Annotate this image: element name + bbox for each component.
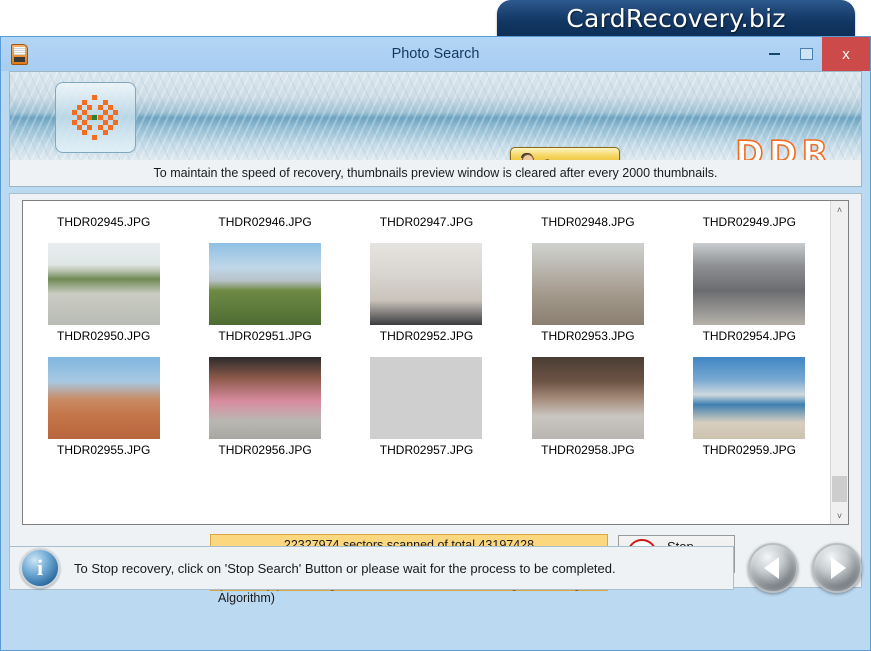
thumbnail-cell[interactable]: THDR02952.JPG	[351, 243, 501, 343]
thumbnail-cell[interactable]: THDR02948.JPG	[513, 215, 663, 229]
brand-banner-text: CardRecovery.biz	[566, 3, 786, 33]
thumbnail-cell[interactable]: THDR02951.JPG	[190, 243, 340, 343]
application-window: Photo Search x Contact us DDR Memory Car…	[0, 36, 871, 651]
minimize-icon	[768, 53, 780, 55]
thumbnail-cell[interactable]: THDR02953.JPG	[513, 243, 663, 343]
thumbnail-cell[interactable]: THDR02956.JPG	[190, 357, 340, 457]
status-bar: i To Stop recovery, click on 'Stop Searc…	[9, 546, 734, 590]
window-controls: x	[758, 37, 870, 71]
notice-strip: To maintain the speed of recovery, thumb…	[9, 160, 862, 187]
scroll-down-arrow-icon[interactable]: ˅	[831, 507, 848, 524]
thumbnail-image[interactable]	[370, 357, 483, 439]
thumbnail-image[interactable]	[370, 243, 483, 325]
thumbnail-filename: THDR02947.JPG	[379, 215, 474, 229]
scroll-up-arrow-icon[interactable]: ˄	[831, 201, 848, 218]
arrow-left-icon	[764, 557, 779, 579]
close-button[interactable]: x	[822, 37, 870, 71]
thumbnail-row: THDR02955.JPG THDR02956.JPG THDR02957.JPG T…	[23, 357, 830, 457]
thumbnail-row: THDR02950.JPG THDR02951.JPG THDR02952.JPG T…	[23, 243, 830, 343]
thumbnail-cell[interactable]: THDR02958.JPG	[513, 357, 663, 457]
thumbnail-filename: THDR02952.JPG	[379, 329, 474, 343]
thumbnail-cell[interactable]: THDR02957.JPG	[351, 357, 501, 457]
thumbnail-image[interactable]	[47, 357, 160, 439]
thumbnail-cell[interactable]: THDR02949.JPG	[674, 215, 824, 229]
thumbnail-image[interactable]	[209, 243, 322, 325]
person-avatar-icon	[516, 153, 538, 160]
close-icon: x	[842, 45, 850, 63]
thumbnail-filename: THDR02951.JPG	[218, 329, 312, 343]
thumbnail-image[interactable]	[531, 243, 644, 325]
thumbnail-filename: THDR02953.JPG	[541, 329, 635, 343]
thumbnail-panel: THDR02945.JPG THDR02946.JPG THDR02947.JPG T…	[22, 200, 849, 525]
ddr-wordmark: DDR	[735, 133, 833, 160]
thumbnail-cell[interactable]: THDR02955.JPG	[29, 357, 179, 457]
thumbnail-row: THDR02945.JPG THDR02946.JPG THDR02947.JPG T…	[23, 215, 830, 229]
header-banner: Contact us DDR Memory Card Recovery	[9, 71, 862, 160]
footer: i To Stop recovery, click on 'Stop Searc…	[9, 540, 862, 596]
next-button[interactable]	[812, 543, 862, 593]
thumbnail-scroll-area: THDR02945.JPG THDR02946.JPG THDR02947.JPG T…	[23, 201, 830, 524]
thumbnail-image[interactable]	[209, 357, 322, 439]
thumbnail-filename: THDR02955.JPG	[57, 443, 151, 457]
info-icon: i	[20, 548, 60, 588]
maximize-button[interactable]	[790, 37, 822, 71]
contact-us-button[interactable]: Contact us	[510, 147, 620, 160]
thumbnail-image[interactable]	[531, 357, 644, 439]
contact-us-label: Contact us	[542, 157, 607, 161]
body-panel: THDR02945.JPG THDR02946.JPG THDR02947.JPG T…	[9, 193, 862, 605]
sd-card-icon	[11, 43, 28, 65]
thumbnail-filename: THDR02948.JPG	[541, 215, 635, 229]
thumbnail-image[interactable]	[693, 357, 806, 439]
thumbnail-filename: THDR02945.JPG	[57, 215, 151, 229]
minimize-button[interactable]	[758, 37, 790, 71]
thumbnail-filename: THDR02950.JPG	[57, 329, 151, 343]
status-text: To Stop recovery, click on 'Stop Search'…	[74, 560, 616, 576]
thumbnail-filename: THDR02958.JPG	[541, 443, 635, 457]
thumbnail-cell[interactable]: THDR02947.JPG	[351, 215, 501, 229]
scrollbar-thumb[interactable]	[832, 476, 847, 502]
thumbnail-filename: THDR02956.JPG	[218, 443, 312, 457]
vertical-scrollbar[interactable]: ˄ ˅	[830, 201, 848, 524]
brand-banner: CardRecovery.biz	[497, 0, 855, 36]
thumbnail-cell[interactable]: THDR02945.JPG	[29, 215, 179, 229]
thumbnail-image[interactable]	[693, 243, 806, 325]
thumbnail-cell[interactable]: THDR02954.JPG	[674, 243, 824, 343]
arrow-right-icon	[831, 557, 846, 579]
thumbnail-filename: THDR02946.JPG	[218, 215, 312, 229]
thumbnail-filename: THDR02954.JPG	[702, 329, 796, 343]
previous-button[interactable]	[748, 543, 798, 593]
thumbnail-cell[interactable]: THDR02946.JPG	[190, 215, 340, 229]
thumbnail-cell[interactable]: THDR02950.JPG	[29, 243, 179, 343]
notice-text: To maintain the speed of recovery, thumb…	[153, 166, 718, 180]
thumbnail-filename: THDR02949.JPG	[702, 215, 796, 229]
ddr-checker-logo-icon	[71, 94, 120, 141]
app-logo-button[interactable]	[55, 82, 136, 153]
thumbnail-filename: THDR02959.JPG	[702, 443, 796, 457]
thumbnail-filename: THDR02957.JPG	[379, 443, 474, 457]
maximize-icon	[799, 48, 813, 60]
window-title: Photo Search	[391, 46, 480, 62]
thumbnail-cell[interactable]: THDR02959.JPG	[674, 357, 824, 457]
title-bar: Photo Search x	[1, 37, 870, 71]
thumbnail-image[interactable]	[47, 243, 160, 325]
